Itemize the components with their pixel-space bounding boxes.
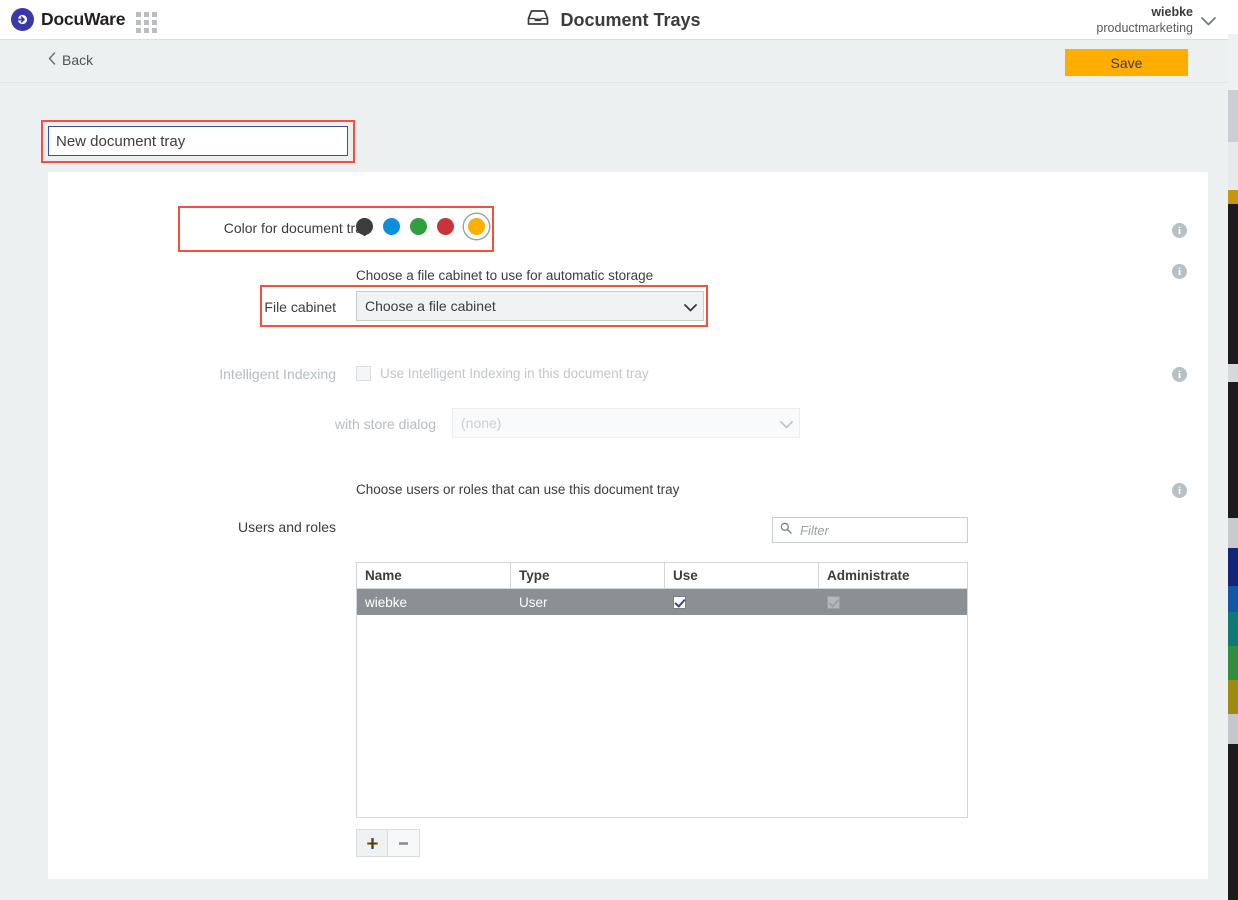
column-header-type[interactable]: Type: [511, 563, 665, 588]
column-header-name[interactable]: Name: [357, 563, 511, 588]
cell-type: User: [511, 589, 665, 615]
back-button[interactable]: Back: [48, 52, 93, 68]
chevron-left-icon: [48, 52, 56, 68]
table-row[interactable]: wiebke User: [357, 589, 967, 615]
info-icon-indexing[interactable]: i: [1172, 367, 1187, 382]
info-icon-users[interactable]: i: [1172, 483, 1187, 498]
users-and-roles-label: Users and roles: [178, 519, 336, 535]
command-bar: Back Save: [0, 41, 1228, 83]
permissions-table-header: Name Type Use Administrate: [357, 563, 967, 589]
apps-grid-icon[interactable]: [136, 12, 157, 29]
file-cabinet-select[interactable]: Choose a file cabinet: [356, 291, 704, 321]
cell-administrate: [819, 589, 967, 615]
user-menu[interactable]: wiebke productmarketing: [1096, 5, 1216, 36]
permissions-table: Name Type Use Administrate wiebke User: [356, 562, 968, 818]
color-label: Color for document tray: [48, 220, 370, 236]
color-swatch-group: [356, 214, 489, 239]
page-title-group: Document Trays: [0, 0, 1228, 40]
cabinet-label: File cabinet: [178, 299, 336, 315]
user-name: wiebke: [1096, 5, 1193, 21]
intelligent-indexing-checkbox: [356, 366, 371, 381]
color-swatch-blue[interactable]: [383, 218, 400, 235]
store-dialog-label: with store dialog: [178, 416, 436, 432]
top-navigation-bar: DocuWare Document Trays wiebke productma…: [0, 0, 1228, 40]
docuware-logo-mark: [11, 8, 34, 31]
user-organization: productmarketing: [1096, 21, 1193, 37]
cabinet-helper-text: Choose a file cabinet to use for automat…: [356, 268, 653, 283]
background-window-sliver: [1228, 0, 1238, 900]
settings-card: i i i i Color for document tray Choose a…: [48, 172, 1208, 879]
color-row: Color for document tray: [48, 208, 1208, 250]
intelligent-indexing-label: Intelligent Indexing: [178, 366, 336, 382]
back-button-label: Back: [62, 52, 93, 68]
search-icon: [780, 521, 792, 539]
save-button[interactable]: Save: [1065, 49, 1188, 76]
docuware-app-window: DocuWare Document Trays wiebke productma…: [0, 0, 1228, 900]
docuware-logo[interactable]: DocuWare: [11, 8, 125, 31]
remove-user-button[interactable]: [388, 829, 420, 857]
color-swatch-amber-selected[interactable]: [464, 214, 489, 239]
column-header-use[interactable]: Use: [665, 563, 819, 588]
permissions-buttons: [356, 829, 420, 857]
user-identity: wiebke productmarketing: [1096, 5, 1193, 36]
color-swatch-green[interactable]: [410, 218, 427, 235]
color-swatch-black[interactable]: [356, 218, 373, 235]
document-tray-icon: [527, 9, 549, 31]
column-header-administrate[interactable]: Administrate: [819, 563, 967, 588]
page-title: Document Trays: [560, 10, 700, 31]
cell-use: [665, 589, 819, 615]
users-helper-text: Choose users or roles that can use this …: [356, 482, 679, 497]
filter-field[interactable]: [772, 517, 968, 543]
intelligent-indexing-checkbox-label: Use Intelligent Indexing in this documen…: [380, 366, 649, 381]
use-checkbox[interactable]: [673, 596, 686, 609]
tray-name-input[interactable]: [48, 126, 348, 156]
cell-name: wiebke: [357, 589, 511, 615]
store-dialog-select: (none): [452, 408, 800, 438]
add-user-button[interactable]: [356, 829, 388, 857]
color-swatch-red[interactable]: [437, 218, 454, 235]
info-icon-cabinet[interactable]: i: [1172, 264, 1187, 279]
tray-name-row: [0, 84, 1228, 172]
filter-input[interactable]: [798, 522, 980, 539]
administrate-checkbox: [827, 596, 840, 609]
chevron-down-icon[interactable]: [1201, 12, 1216, 29]
docuware-logo-text: DocuWare: [41, 9, 125, 30]
